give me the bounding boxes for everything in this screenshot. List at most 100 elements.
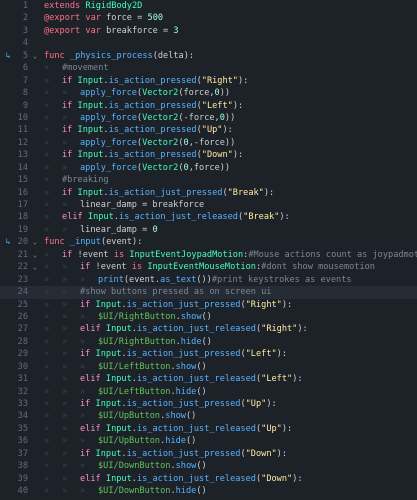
code-line[interactable]: 36»»» $UI/UpButton.hide() — [0, 435, 417, 447]
code-text[interactable]: » if Input.is_action_just_pressed("Break"… — [44, 187, 274, 199]
fold-arrow-icon[interactable]: ⌄ — [31, 261, 39, 273]
code-line[interactable]: ↳ 20 ⌄ func _input(event): — [0, 236, 417, 248]
line-number: 8 — [22, 88, 28, 99]
code-line[interactable]: 14»» apply_force(Vector2(0,force)) — [0, 162, 417, 174]
code-line[interactable]: 37»» if Input.is_action_just_pressed("Dow… — [0, 448, 417, 460]
code-text[interactable]: »»» $UI/DownButton.show() — [44, 460, 207, 472]
code-token: Vector2 — [142, 162, 179, 173]
code-token: ): — [222, 125, 233, 136]
code-token: elif — [80, 423, 101, 434]
code-text[interactable]: func _physics_process(delta): — [44, 50, 194, 62]
code-text[interactable]: »»» $UI/RightButton.show() — [44, 311, 212, 323]
code-token: "Up" — [201, 125, 223, 136]
code-line[interactable]: 3 @export var breakforce = 3 — [0, 25, 417, 37]
code-line[interactable]: 2 @export var force = 500 — [0, 12, 417, 24]
code-line[interactable]: 4 — [0, 37, 417, 49]
code-text[interactable]: » » linear_damp = 0 — [44, 224, 158, 236]
code-token: ): — [276, 349, 288, 360]
code-text[interactable]: »» if Input.is_action_just_pressed("Left"… — [44, 348, 287, 360]
code-line[interactable]: 22 ⌄»» if !event is InputEventMouseMotion:… — [0, 261, 417, 273]
code-line[interactable]: 16» if Input.is_action_just_pressed("Brea… — [0, 187, 417, 199]
code-text[interactable]: » if Input.is_action_pressed("Right"): — [44, 75, 248, 87]
code-text[interactable]: » elif Input.is_action_just_released("Bre… — [44, 211, 290, 223]
code-line[interactable]: 18» elif Input.is_action_just_released("B… — [0, 211, 417, 223]
code-line[interactable]: 30»»» $UI/LeftButton.show() — [0, 361, 417, 373]
code-text[interactable]: »» if !event is InputEventMouseMotion:#do… — [44, 261, 375, 273]
fold-arrow-icon[interactable]: ⌄ — [31, 249, 39, 261]
code-token: var — [85, 25, 101, 36]
code-line[interactable]: ↳ 5 ⌄ func _physics_process(delta): — [0, 50, 417, 62]
code-line[interactable]: 1 extends RigidBody2D — [0, 0, 417, 12]
code-text[interactable]: »» elif Input.is_action_just_released("Do… — [44, 473, 303, 485]
code-line[interactable]: 34 »»» $UI/UpButton.show() — [0, 410, 417, 422]
code-text[interactable]: @export var force = 500 — [44, 12, 163, 24]
code-text[interactable]: » if !event is InputEventJoypadMotion:#Mo… — [44, 249, 417, 261]
indent-guide-icon: » — [80, 361, 86, 372]
line-number: 12 — [17, 137, 28, 148]
code-line[interactable]: 13» if Input.is_action_pressed("Down"): — [0, 149, 417, 161]
fold-arrow-icon[interactable]: ⌄ — [31, 236, 39, 248]
code-line[interactable]: 38»»» $UI/DownButton.show() — [0, 460, 417, 472]
code-line[interactable]: 6 » #movement — [0, 62, 417, 74]
code-text[interactable]: »» apply_force(Vector2(0,force)) — [44, 162, 230, 174]
code-text[interactable]: »»» $UI/LeftButton.show() — [44, 361, 207, 373]
code-line[interactable]: 9» if Input.is_action_pressed("Left"): — [0, 100, 417, 112]
code-line[interactable]: 23 » » » print(event.as_text())#print keystr… — [0, 274, 417, 286]
code-text[interactable]: » » #show buttons pressed as on screen ui — [44, 286, 271, 298]
code-line[interactable]: 39»» elif Input.is_action_just_released("… — [0, 473, 417, 485]
code-text[interactable]: » » » print(event.as_text())#print keystrok… — [44, 274, 352, 286]
code-line[interactable]: 35»» elif Input.is_action_just_released("… — [0, 423, 417, 435]
code-line[interactable]: 31»» elif Input.is_action_just_released("… — [0, 373, 417, 385]
code-line[interactable]: 28 »»» $UI/RightButton.hide() — [0, 336, 417, 348]
line-number: 28 — [17, 336, 28, 347]
code-text[interactable]: »» if Input.is_action_just_pressed("Down"… — [44, 448, 287, 460]
code-text[interactable]: »» elif Input.is_action_just_released("Ri… — [44, 323, 308, 335]
code-line[interactable]: 21 ⌄» if !event is InputEventJoypadMotion:… — [0, 249, 417, 261]
code-text[interactable]: »»» $UI/UpButton.show() — [44, 410, 196, 422]
code-token: ): — [292, 473, 303, 484]
code-line[interactable]: 7» if Input.is_action_pressed("Right"): — [0, 75, 417, 87]
code-text[interactable]: » #breaking — [44, 174, 109, 186]
code-line[interactable]: 8 »» apply_force(Vector2(force,0)) — [0, 87, 417, 99]
code-text[interactable]: » if Input.is_action_pressed("Left"): — [44, 100, 243, 112]
code-text[interactable]: @export var breakforce = 3 — [44, 25, 179, 37]
code-token: Input — [77, 125, 104, 136]
code-text[interactable]: » #movement — [44, 62, 109, 74]
line-number: 34 — [17, 411, 28, 422]
code-token: Input — [105, 324, 132, 335]
code-text[interactable]: »»» $UI/RightButton.hide() — [44, 336, 212, 348]
code-line[interactable]: 12 »» apply_force(Vector2(0,-force)) — [0, 137, 417, 149]
code-line[interactable]: 33»» if Input.is_action_just_pressed("Up"… — [0, 398, 417, 410]
code-text[interactable]: »»» $UI/DownButton.hide() — [44, 485, 207, 497]
code-text[interactable]: »» apply_force(Vector2(0,-force)) — [44, 137, 235, 149]
code-line[interactable]: 32»»» $UI/LeftButton.hide() — [0, 386, 417, 398]
code-text[interactable]: » if Input.is_action_pressed("Down"): — [44, 149, 243, 161]
code-line[interactable]: 29»» if Input.is_action_just_pressed("Lef… — [0, 348, 417, 360]
fold-arrow-icon[interactable]: ⌄ — [31, 50, 39, 62]
code-line[interactable]: 27»» elif Input.is_action_just_released("… — [0, 323, 417, 335]
code-line[interactable]: 11» if Input.is_action_pressed("Up"): — [0, 124, 417, 136]
code-line[interactable]: 19 » » linear_damp = 0 — [0, 224, 417, 236]
code-line[interactable]: 24 » » #show buttons pressed as on screen u… — [0, 286, 417, 299]
code-text[interactable]: »»» $UI/UpButton.hide() — [44, 435, 196, 447]
code-line[interactable]: 17 » » linear_damp = breakforce — [0, 199, 417, 211]
code-editor[interactable]: 1 extends RigidBody2D 2 @export var force =… — [0, 0, 417, 500]
code-line[interactable]: 15 » #breaking — [0, 174, 417, 186]
code-line[interactable]: 25»» if Input.is_action_just_pressed("Rig… — [0, 299, 417, 311]
code-text[interactable]: extends RigidBody2D — [44, 0, 142, 12]
code-text[interactable]: »» if Input.is_action_just_pressed("Up"): — [44, 398, 277, 410]
code-token: RigidBody2D — [85, 1, 143, 11]
code-text[interactable]: »» elif Input.is_action_just_released("Le… — [44, 373, 303, 385]
code-text[interactable]: »» if Input.is_action_just_pressed("Right… — [44, 299, 292, 311]
code-text[interactable]: »» elif Input.is_action_just_released("Up… — [44, 423, 292, 435]
code-text[interactable]: » if Input.is_action_pressed("Up"): — [44, 124, 233, 136]
code-line[interactable]: 40»»» $UI/DownButton.hide() — [0, 485, 417, 497]
code-text[interactable]: » » linear_damp = breakforce — [44, 199, 204, 211]
code-line[interactable]: 10»» apply_force(Vector2(-force,0)) — [0, 112, 417, 124]
code-text[interactable]: func _input(event): — [44, 236, 142, 248]
code-text[interactable]: »»» $UI/LeftButton.hide() — [44, 386, 207, 398]
code-token: "Down" — [201, 150, 233, 161]
code-text[interactable]: »» apply_force(Vector2(-force,0)) — [44, 112, 235, 124]
code-text[interactable]: »» apply_force(Vector2(force,0)) — [44, 87, 230, 99]
code-line[interactable]: 26»»» $UI/RightButton.show() — [0, 311, 417, 323]
